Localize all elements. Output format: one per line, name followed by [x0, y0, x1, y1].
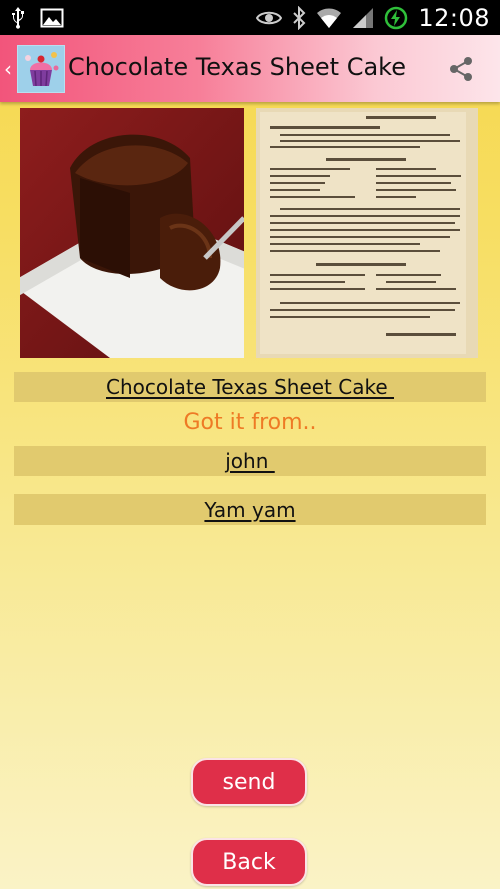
status-bar: 12:08 [0, 0, 500, 35]
wifi-icon [317, 8, 342, 28]
image-icon [40, 8, 64, 27]
recipe-name-link[interactable]: Chocolate Texas Sheet Cake [106, 375, 394, 399]
chocolate-cake-photo[interactable] [20, 108, 244, 358]
bluetooth-icon [293, 5, 306, 30]
up-caret-icon[interactable]: ‹ [4, 57, 12, 81]
back-button[interactable]: Back [191, 838, 307, 886]
recipe-clipping-image[interactable] [256, 108, 478, 358]
recipe-name-row[interactable]: Chocolate Texas Sheet Cake [14, 372, 486, 402]
action-bar: ‹ Chocolate Texas Sheet Cake [0, 35, 500, 102]
cupcake-icon[interactable] [17, 45, 65, 93]
source-name-row[interactable]: john [14, 446, 486, 476]
share-icon[interactable] [447, 55, 475, 83]
battery-charging-icon [385, 6, 408, 29]
author-name-row[interactable]: Yam yam [14, 494, 486, 525]
signal-icon [353, 7, 374, 28]
usb-icon [12, 6, 24, 29]
eye-icon [256, 11, 283, 24]
send-button[interactable]: send [191, 758, 307, 806]
status-time: 12:08 [418, 3, 490, 32]
author-name-link[interactable]: Yam yam [204, 498, 295, 522]
page-title: Chocolate Texas Sheet Cake [68, 53, 406, 81]
got-it-from-label: Got it from.. [183, 410, 317, 435]
source-name-link[interactable]: john [225, 449, 275, 473]
